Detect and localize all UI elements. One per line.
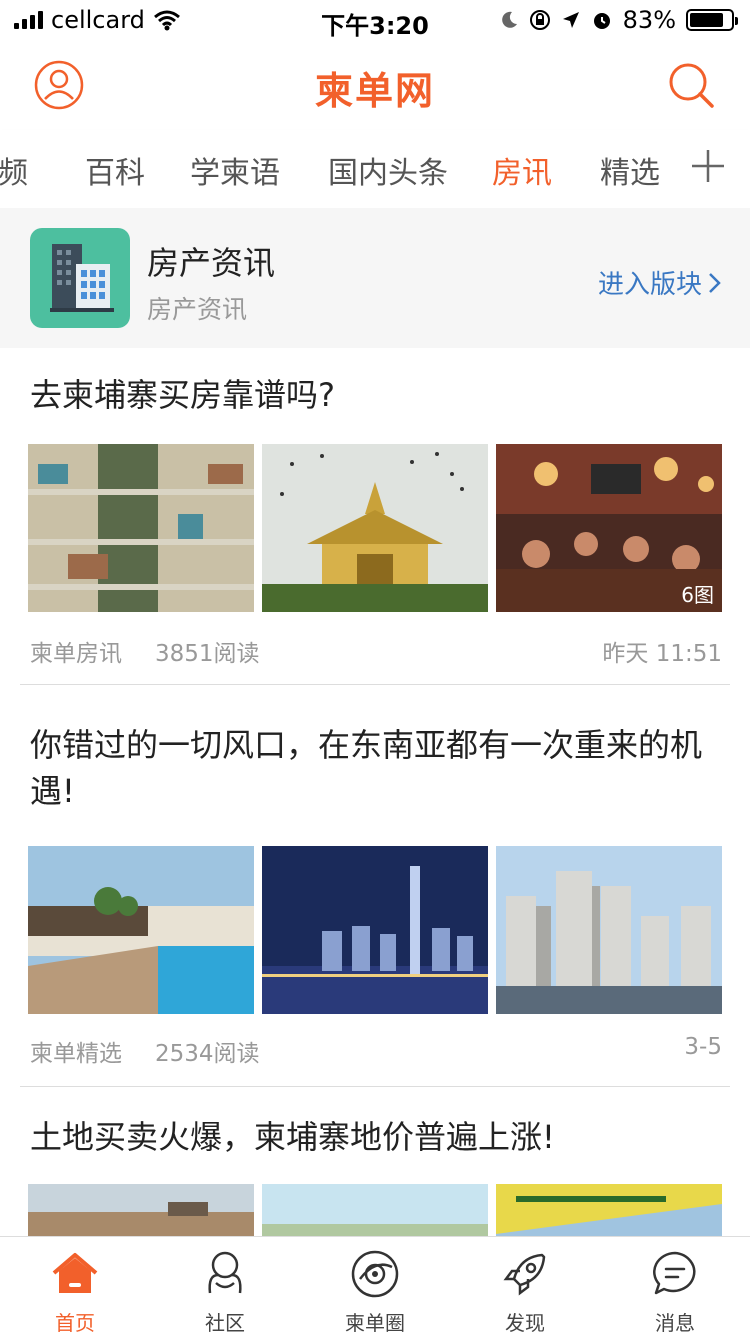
nav-discover-label: 发现	[505, 1311, 545, 1334]
apartment-balconies-image	[28, 444, 254, 612]
section-subtitle: 房产资讯	[147, 295, 248, 324]
app-logo: 柬单网	[314, 69, 435, 113]
nav-community-label: 社区	[205, 1311, 245, 1334]
article-images	[28, 846, 722, 1014]
enter-section-label: 进入版块	[597, 270, 702, 300]
location-icon	[562, 12, 579, 28]
city-night-skyline-image	[262, 846, 488, 1014]
tab-featured[interactable]: 精选	[600, 148, 660, 192]
nav-messages[interactable]: 消息	[600, 1237, 750, 1334]
article-images	[28, 1184, 722, 1236]
rocket-icon	[503, 1253, 546, 1296]
villa-pool-image	[28, 846, 254, 1014]
moon-icon	[501, 11, 517, 28]
royal-palace-image	[262, 444, 488, 612]
nav-circle-label: 柬单圈	[345, 1311, 405, 1334]
section-title: 房产资讯	[147, 244, 276, 282]
article-source: 柬单房讯	[30, 641, 122, 667]
tab-video[interactable]: 视频	[0, 148, 28, 192]
restaurant-image: 6图	[496, 444, 722, 612]
image-count-badge: 6图	[681, 583, 714, 607]
plus-icon[interactable]	[690, 148, 726, 184]
tab-real-estate[interactable]: 房讯	[492, 148, 552, 192]
tab-domestic-headlines[interactable]: 国内头条	[328, 148, 448, 192]
community-icon	[208, 1251, 242, 1294]
land-sale-sign-image	[496, 1184, 722, 1236]
section-header: 房产资讯 房产资讯 进入版块	[0, 208, 750, 348]
article-headline[interactable]: 去柬埔寨买房靠谱吗?	[30, 372, 720, 418]
article-card[interactable]: 去柬埔寨买房靠谱吗? 6图 柬单房讯 3851阅读 昨天 11:51	[0, 348, 750, 686]
article-time: 昨天 11:51	[602, 641, 722, 667]
article-images: 6图	[28, 444, 722, 612]
alarm-icon	[593, 13, 610, 29]
enter-section-link[interactable]: 进入版块	[598, 264, 722, 301]
nav-messages-label: 消息	[655, 1311, 695, 1334]
nav-discover[interactable]: 发现	[450, 1237, 600, 1334]
rotation-lock-icon	[529, 10, 550, 30]
bottom-navigation: 首页 社区 柬单圈 发现 消息	[0, 1236, 750, 1334]
nav-home[interactable]: 首页	[0, 1237, 150, 1334]
search-icon[interactable]	[666, 60, 716, 110]
article-reads: 2534阅读	[155, 1041, 260, 1067]
article-headline[interactable]: 你错过的一切风口，在东南亚都有一次重来的机遇!	[30, 722, 720, 814]
article-time: 3-5	[684, 1034, 722, 1060]
circle-icon	[351, 1250, 399, 1298]
home-icon	[52, 1253, 98, 1293]
status-right: 83%	[499, 6, 738, 34]
tab-encyclopedia[interactable]: 百科	[85, 148, 145, 192]
nav-circle[interactable]: 柬单圈	[300, 1237, 450, 1334]
article-card[interactable]: 土地买卖火爆，柬埔寨地价普遍上涨!	[0, 1086, 750, 1236]
article-source: 柬单精选	[30, 1041, 122, 1067]
chevron-right-icon	[709, 272, 721, 293]
battery-fill	[690, 13, 724, 27]
article-reads: 3851阅读	[155, 641, 260, 667]
battery-percent: 83%	[622, 6, 676, 34]
article-divider	[20, 684, 730, 685]
land-image	[28, 1184, 254, 1236]
open-field-image	[262, 1184, 488, 1236]
nav-home-label: 首页	[55, 1311, 95, 1334]
article-headline[interactable]: 土地买卖火爆，柬埔寨地价普遍上涨!	[30, 1114, 720, 1160]
article-card[interactable]: 你错过的一切风口，在东南亚都有一次重来的机遇! 柬单精选 2534阅读 3-5	[0, 686, 750, 1087]
message-icon	[653, 1251, 696, 1295]
battery-icon	[686, 9, 738, 31]
app-header: 柬单网	[0, 40, 750, 130]
building-icon	[30, 228, 130, 328]
tab-learn-khmer[interactable]: 学柬语	[190, 148, 280, 192]
category-tabs: 视频 百科 学柬语 国内头条 房讯 精选	[0, 130, 750, 208]
status-bar: cellcard 下午3:20 83%	[0, 0, 750, 40]
highrise-buildings-image	[496, 846, 722, 1014]
nav-community[interactable]: 社区	[150, 1237, 300, 1334]
